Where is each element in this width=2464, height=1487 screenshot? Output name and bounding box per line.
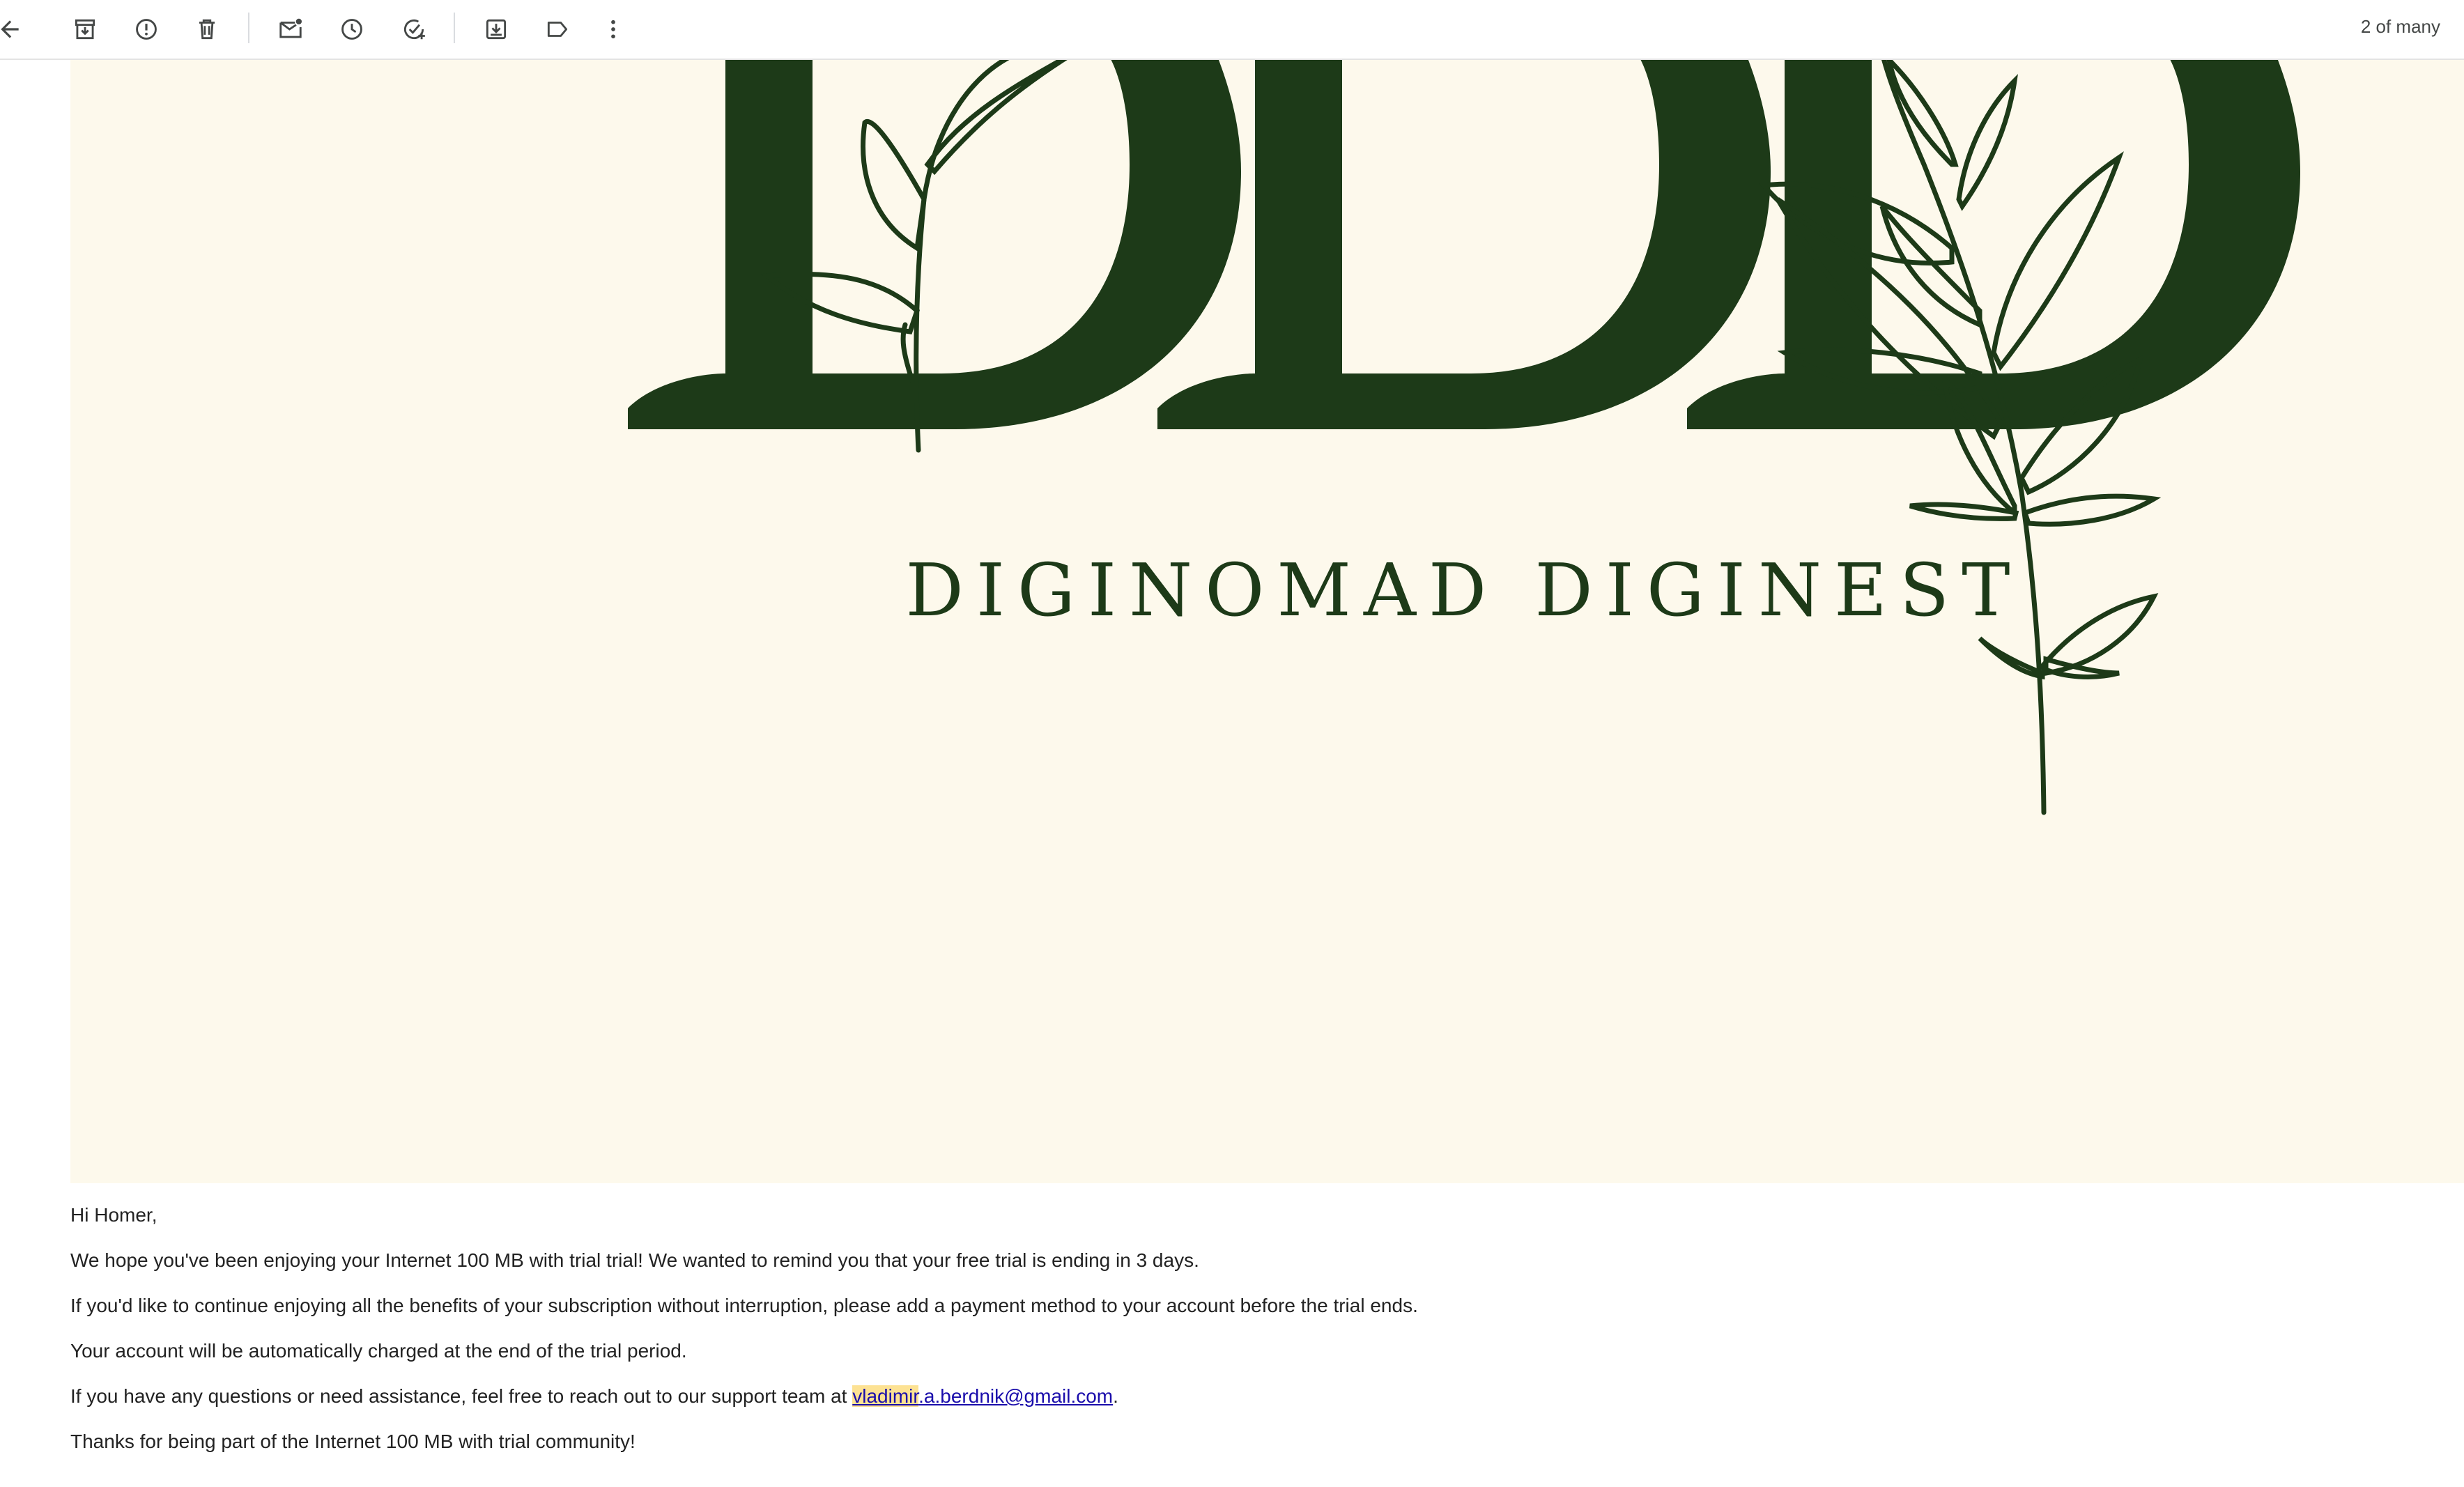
greeting-text: Hi Homer, — [70, 1204, 157, 1226]
back-button[interactable] — [0, 13, 26, 46]
leaf-illustration — [761, 60, 2162, 815]
email-toolbar: 2 of many — [0, 0, 2464, 60]
more-options-button[interactable] — [596, 13, 630, 46]
email-body: Hi Homer, We hope you've been enjoying y… — [70, 1204, 2370, 1476]
add-to-tasks-button[interactable] — [397, 13, 431, 46]
body-paragraph: Your account will be automatically charg… — [70, 1340, 687, 1362]
archive-icon — [75, 19, 95, 40]
more-vert-icon — [611, 20, 615, 39]
brand-hero-image: DIGINOMAD DIGINEST — [70, 60, 2464, 1183]
body-paragraph: If you'd like to continue enjoying all t… — [70, 1295, 1418, 1316]
mark-unread-icon — [279, 18, 302, 38]
add-task-icon — [403, 19, 425, 40]
support-suffix: . — [1113, 1385, 1118, 1407]
brand-name-text: DIGINOMAD DIGINEST — [905, 548, 2022, 633]
search-highlight: vladimir — [852, 1385, 919, 1407]
support-email-rest: .a.berdnik@gmail.com — [918, 1385, 1114, 1407]
move-to-button[interactable] — [479, 13, 513, 46]
closing-text: Thanks for being part of the Internet 10… — [70, 1431, 636, 1452]
archive-button[interactable] — [68, 13, 102, 46]
support-text: If you have any questions or need assist… — [70, 1385, 853, 1407]
body-paragraph: We hope you've been enjoying your Intern… — [70, 1249, 1199, 1271]
support-email-link[interactable]: vladimir.a.berdnik@gmail.com — [852, 1385, 1113, 1407]
mark-unread-button[interactable] — [274, 13, 307, 46]
delete-button[interactable] — [190, 13, 224, 46]
snooze-button[interactable] — [335, 13, 369, 46]
label-icon — [547, 22, 568, 37]
support-paragraph: If you have any questions or need assist… — [70, 1385, 2370, 1408]
toolbar-divider — [248, 13, 249, 43]
brand-logo: DIGINOMAD DIGINEST — [628, 60, 2300, 815]
clock-icon — [341, 19, 362, 40]
report-spam-icon — [136, 19, 157, 40]
move-to-icon — [486, 19, 507, 40]
arrow-left-icon — [1, 20, 19, 38]
report-spam-button[interactable] — [130, 13, 163, 46]
logo-monogram — [628, 60, 2300, 429]
label-button[interactable] — [541, 13, 574, 46]
toolbar-divider — [454, 13, 455, 43]
pagination-count: 2 of many — [2360, 16, 2440, 37]
trash-icon — [199, 19, 215, 40]
